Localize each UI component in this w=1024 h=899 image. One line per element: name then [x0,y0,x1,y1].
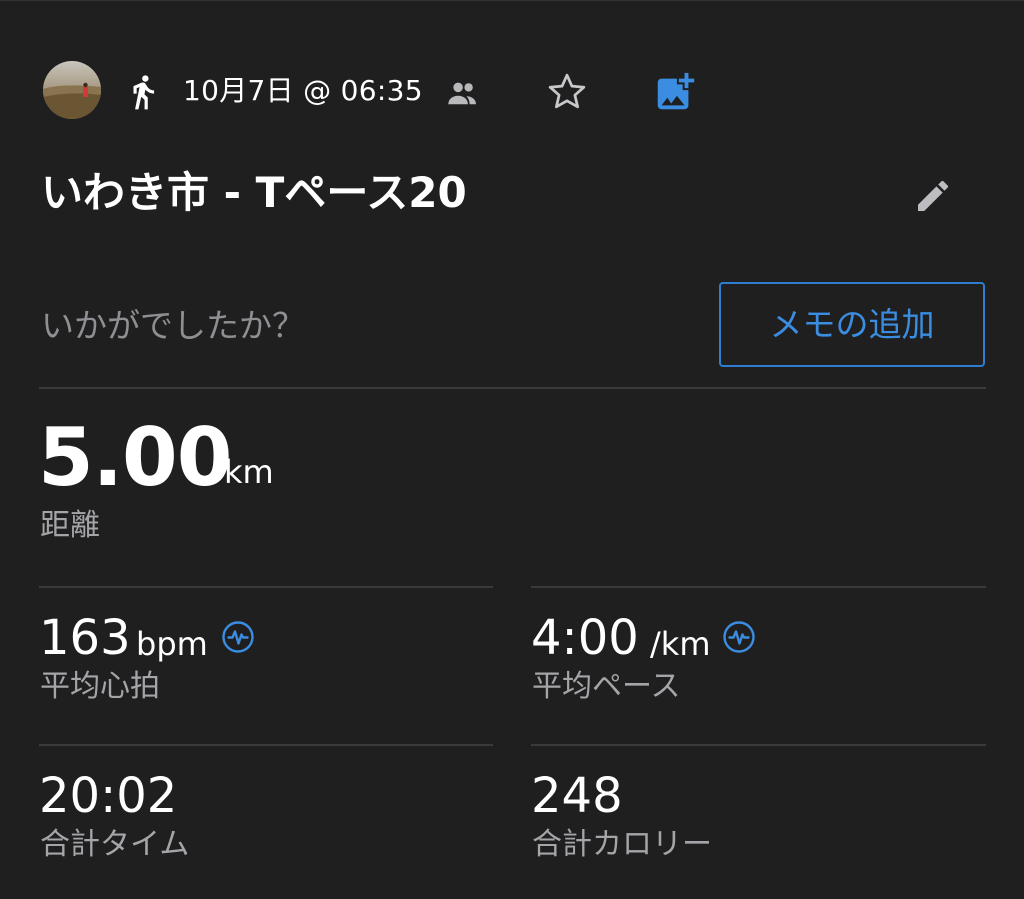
distance-value: 5.00 [38,411,232,504]
calories-label: 合計カロリー [532,827,712,862]
avatar[interactable] [43,61,101,119]
add-photo-icon[interactable] [652,69,698,115]
calories-value: 248 [531,768,623,824]
avg-hr-label: 平均心拍 [40,669,160,704]
feeling-prompt[interactable]: いかがでしたか？ [41,304,305,348]
divider [39,586,493,588]
star-icon[interactable] [545,70,589,114]
activity-date-time: 10月7日 @ 06:35 [183,74,423,107]
activity-title: いわき市 - Tペース20 [41,168,467,217]
avg-hr-unit: bpm [136,625,208,663]
divider [39,387,986,389]
divider [531,586,986,588]
people-icon[interactable] [446,79,480,107]
total-time-value: 20:02 [39,768,178,824]
avg-pace-unit: /km [650,625,711,663]
divider [39,744,493,746]
pencil-icon[interactable] [913,176,953,216]
heart-rate-sensor-icon [722,620,756,654]
divider [531,744,986,746]
running-icon [124,73,162,111]
total-time-label: 合計タイム [40,827,190,862]
avg-pace-label: 平均ペース [532,669,681,704]
add-memo-button[interactable]: メモの追加 [719,282,985,367]
avg-pace-value: 4:00 [531,610,639,666]
distance-unit: km [224,453,274,491]
distance-label: 距離 [40,508,100,543]
top-border [0,0,1024,1]
avg-hr-value: 163 [39,610,131,666]
heart-rate-sensor-icon [221,620,255,654]
